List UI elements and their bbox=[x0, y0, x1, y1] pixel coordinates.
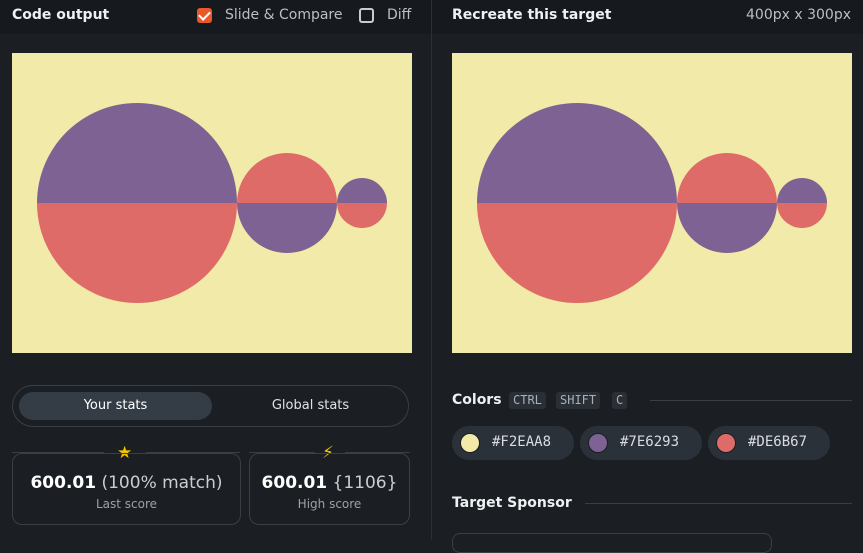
color-dot bbox=[716, 433, 736, 453]
shortcut-key-shift: SHIFT bbox=[556, 392, 601, 409]
divider bbox=[585, 503, 852, 504]
high-score-detail: {1106} bbox=[332, 473, 398, 493]
color-dot bbox=[460, 433, 480, 453]
color-swatch-chip[interactable]: #DE6B67 bbox=[708, 426, 830, 460]
pane-divider bbox=[431, 0, 432, 540]
slide-compare-checkbox[interactable] bbox=[197, 8, 212, 23]
divider bbox=[650, 400, 852, 401]
diff-label[interactable]: Diff bbox=[387, 7, 411, 23]
colors-title: Colors bbox=[452, 392, 502, 408]
color-swatch-chip[interactable]: #7E6293 bbox=[580, 426, 702, 460]
sponsor-card[interactable] bbox=[452, 533, 772, 553]
last-score-card: 600.01 (100% match) Last score bbox=[12, 453, 241, 525]
diff-checkbox[interactable] bbox=[359, 8, 374, 23]
target-canvas bbox=[452, 53, 852, 353]
code-output-title: Code output bbox=[12, 7, 110, 23]
target-title: Recreate this target bbox=[452, 7, 612, 23]
tab-your-stats[interactable]: Your stats bbox=[19, 392, 212, 420]
color-hex: #DE6B67 bbox=[748, 434, 808, 450]
shortcut-key-c: C bbox=[612, 392, 628, 409]
target-sponsor-title: Target Sponsor bbox=[452, 495, 572, 511]
high-score-label: High score bbox=[297, 497, 362, 511]
color-hex: #7E6293 bbox=[620, 434, 680, 450]
last-score-value: 600.01 bbox=[30, 473, 97, 493]
color-swatch-chip[interactable]: #F2EAA8 bbox=[452, 426, 574, 460]
slide-compare-label[interactable]: Slide & Compare bbox=[225, 7, 343, 23]
target-dimensions: 400px x 300px bbox=[746, 7, 851, 23]
color-dot bbox=[588, 433, 608, 453]
color-hex: #F2EAA8 bbox=[492, 434, 552, 450]
last-score-detail: (100% match) bbox=[101, 473, 223, 493]
tab-global-stats[interactable]: Global stats bbox=[218, 392, 403, 420]
code-output-canvas[interactable] bbox=[12, 53, 412, 353]
shortcut-key-ctrl: CTRL bbox=[509, 392, 546, 409]
high-score-value: 600.01 bbox=[261, 473, 328, 493]
last-score-label: Last score bbox=[95, 497, 158, 511]
stats-toggle: Your stats Global stats bbox=[12, 385, 409, 427]
high-score-card: 600.01 {1106} High score bbox=[249, 453, 410, 525]
